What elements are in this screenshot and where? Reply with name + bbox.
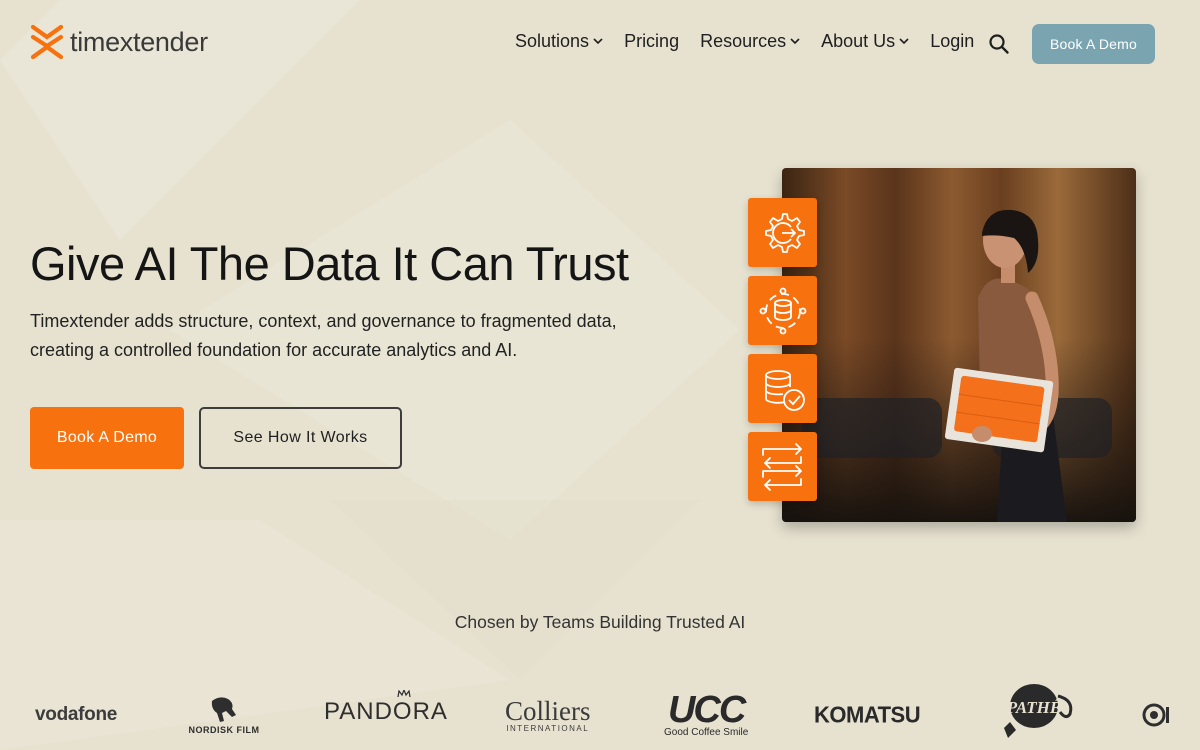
feature-tile-gear — [748, 198, 817, 267]
nav-solutions[interactable]: Solutions — [515, 31, 603, 52]
feature-tile-database-check — [748, 354, 817, 423]
trusted-heading: Chosen by Teams Building Trusted AI — [454, 612, 746, 632]
site-header: timextender Solutions Pricing Resources … — [0, 0, 1200, 90]
nav-resources[interactable]: Resources — [700, 31, 800, 52]
nav-login-label: Login — [930, 31, 975, 51]
logo-vodafone-text: vodafone — [35, 704, 118, 725]
brand-logo[interactable]: timextender — [30, 24, 208, 60]
crown-icon — [397, 690, 411, 698]
logo-ucc-text: UCC — [667, 688, 746, 731]
swap-arrows-icon — [761, 442, 802, 491]
chevron-down-icon — [593, 38, 603, 45]
nav-solutions-label: Solutions — [515, 31, 590, 51]
logo-ucc: UCC Good Coffee Smile — [664, 690, 748, 740]
see-how-it-works-button[interactable]: See How It Works — [199, 407, 402, 469]
logo-pandora-text: PANDORA — [324, 698, 448, 725]
logo-colliers-text: Colliers — [505, 695, 591, 726]
hero-photo — [782, 168, 1136, 522]
nav-about-us[interactable]: About Us — [821, 31, 909, 52]
polar-bear-icon — [211, 697, 236, 722]
nav-pricing-label: Pricing — [624, 31, 680, 51]
chevron-down-icon — [790, 38, 800, 45]
nav-about-us-label: About Us — [821, 31, 896, 51]
feature-tile-swap — [748, 432, 817, 501]
logo-pandora: PANDORA — [324, 690, 448, 740]
hero-photo-illustration — [782, 209, 1136, 522]
feature-tile-database — [748, 276, 817, 345]
logo-colliers-sub: INTERNATIONAL — [506, 723, 590, 733]
hero-subtitle: Timextender adds structure, context, and… — [30, 307, 690, 365]
logo-nordisk-film-text: NORDISK FILM — [188, 725, 260, 735]
gear-arrow-icon — [764, 212, 805, 253]
nav-login[interactable]: Login — [930, 31, 974, 52]
nav-pricing[interactable]: Pricing — [624, 31, 679, 52]
hero-title: Give AI The Data It Can Trust — [30, 237, 629, 290]
hero-subtitle-line2: creating a controlled foundation for acc… — [30, 340, 518, 360]
logo-pathe-text: PATHÉ — [1006, 698, 1061, 717]
hero-subtitle-line1: Timextender adds structure, context, and… — [30, 311, 617, 331]
database-check-icon — [764, 369, 805, 411]
main-nav: Solutions Pricing Resources About Us Log… — [515, 31, 995, 52]
nav-resources-label: Resources — [700, 31, 787, 51]
hero-book-demo-button[interactable]: Book A Demo — [30, 407, 184, 469]
logo-colliers: Colliers INTERNATIONAL — [505, 690, 591, 740]
pathe-rooster-logo: PATHÉ — [1004, 684, 1073, 738]
timextender-logo-icon — [30, 24, 64, 60]
database-circle-icon — [759, 287, 806, 334]
chevron-down-icon — [899, 38, 909, 45]
logo-text: timextender — [70, 26, 208, 57]
header-book-demo-button[interactable]: Book A Demo — [1032, 24, 1155, 64]
logo-pathe: PATHÉ — [1000, 684, 1080, 738]
logo-nordisk-film: NORDISK FILM — [188, 690, 260, 740]
logo-komatsu-text: KOMATSU — [814, 701, 921, 728]
search-icon[interactable] — [988, 33, 1010, 55]
logo-partial-edge — [1140, 690, 1172, 740]
logo-komatsu: KOMATSU — [814, 690, 921, 740]
partial-logo-icon — [1142, 703, 1169, 727]
logo-vodafone: vodafone — [35, 690, 117, 740]
logo-ucc-sub: Good Coffee Smile — [664, 726, 749, 738]
